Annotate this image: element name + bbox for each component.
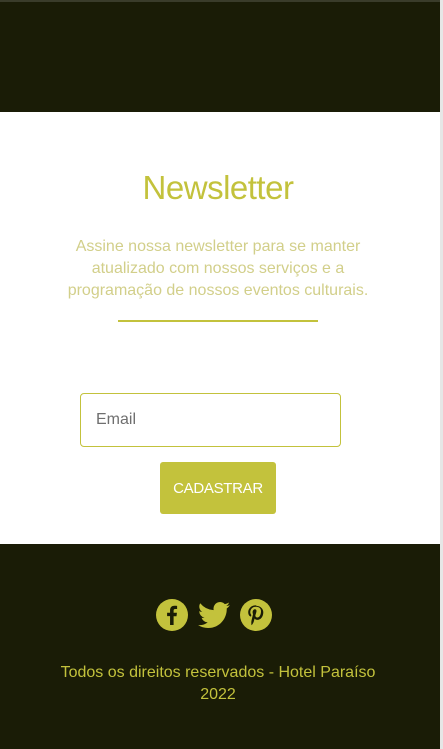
pinterest-link[interactable] xyxy=(239,599,272,631)
twitter-icon xyxy=(197,602,230,628)
twitter-link[interactable] xyxy=(197,599,230,631)
copyright-text: Todos os direitos reservados - Hotel Par… xyxy=(40,662,396,706)
newsletter-title: Newsletter xyxy=(142,169,294,207)
top-dark-band xyxy=(0,0,440,112)
newsletter-description: Assine nossa newsletter para se manter a… xyxy=(67,238,369,299)
footer: Todos os direitos reservados - Hotel Par… xyxy=(0,544,440,749)
facebook-link[interactable] xyxy=(155,599,188,631)
social-links xyxy=(0,599,427,631)
facebook-icon xyxy=(155,599,188,631)
page: Newsletter Assine nossa newsletter para … xyxy=(0,0,443,749)
pinterest-icon xyxy=(239,599,272,631)
copyright-line-2: 2022 xyxy=(200,686,236,703)
newsletter-section: Newsletter Assine nossa newsletter para … xyxy=(0,112,440,544)
email-input[interactable] xyxy=(80,393,341,447)
copyright-line-1: Todos os direitos reservados - Hotel Par… xyxy=(60,664,376,681)
cadastrar-button[interactable]: CADASTRAR xyxy=(160,462,276,514)
title-divider xyxy=(118,320,318,322)
